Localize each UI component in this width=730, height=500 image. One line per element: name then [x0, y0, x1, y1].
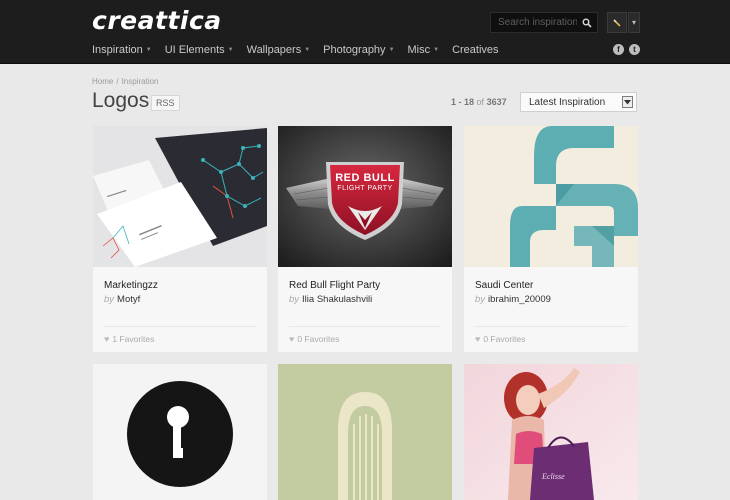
heart-icon: ♥ — [475, 334, 481, 344]
dropdown-arrow-icon — [622, 96, 633, 108]
card-title[interactable]: Saudi Center — [475, 280, 533, 291]
twitter-icon[interactable]: t — [629, 44, 640, 55]
card-author: by Motyf — [104, 294, 141, 305]
breadcrumb-current[interactable]: Inspiration — [122, 77, 159, 86]
main-nav: Inspiration ▼ UI Elements ▼ Wallpapers ▼ Ph… — [92, 44, 512, 56]
nav-misc[interactable]: Misc ▼ — [408, 44, 440, 56]
author-link[interactable]: Ilia Shakulashvili — [302, 294, 372, 305]
user-menu-button[interactable] — [607, 12, 627, 33]
card-divider — [289, 326, 441, 327]
search-box — [490, 12, 598, 33]
result-count: 1 - 18 of 3637 — [451, 97, 507, 107]
inspiration-card[interactable]: RED BULL FLIGHT PARTY Red Bull Flight Pa… — [278, 126, 452, 352]
card-thumbnail[interactable]: RED BULL FLIGHT PARTY — [278, 126, 452, 267]
card-title[interactable]: Red Bull Flight Party — [289, 280, 380, 291]
card-title[interactable]: Marketingzz — [104, 280, 158, 291]
author-link[interactable]: Motyf — [117, 294, 140, 305]
bag-logo-text: Eclisse — [542, 472, 565, 481]
card-thumbnail[interactable] — [93, 126, 267, 267]
sort-select[interactable]: Latest Inspiration — [520, 92, 637, 112]
card-thumbnail[interactable] — [93, 364, 267, 500]
logo-line-1: RED BULL — [335, 172, 395, 184]
nav-ui-elements[interactable]: UI Elements ▼ — [165, 44, 234, 56]
breadcrumb: Home / Inspiration — [92, 77, 159, 86]
search-input[interactable] — [491, 13, 577, 32]
nav-photography[interactable]: Photography ▼ — [323, 44, 394, 56]
inspiration-card[interactable]: Saudi Center by ibrahim_20009 ♥ 0 Favorite… — [464, 126, 638, 352]
page-title: Logos — [92, 89, 150, 112]
breadcrumb-home[interactable]: Home — [92, 77, 113, 86]
inspiration-card[interactable]: Eclisse — [464, 364, 638, 500]
search-icon — [582, 18, 592, 28]
search-button[interactable] — [577, 13, 597, 32]
rss-badge[interactable]: RSS — [151, 95, 180, 111]
card-favorites[interactable]: ♥ 0 Favorites — [475, 334, 525, 344]
card-favorites[interactable]: ♥ 0 Favorites — [289, 334, 339, 344]
card-divider — [475, 326, 627, 327]
nav-creatives[interactable]: Creatives — [452, 44, 498, 56]
card-favorites[interactable]: ♥ 1 Favorites — [104, 334, 154, 344]
user-menu-caret[interactable]: ▾ — [628, 12, 640, 33]
inspiration-card[interactable] — [278, 364, 452, 500]
logo-line-2: FLIGHT PARTY — [337, 185, 393, 192]
card-thumbnail[interactable] — [464, 126, 638, 267]
heart-icon: ♥ — [289, 334, 295, 344]
card-divider — [104, 326, 256, 327]
author-link[interactable]: ibrahim_20009 — [488, 294, 551, 305]
site-header: creattica ▾ Inspiration▼ UI Elements▼ Wa… — [0, 0, 730, 64]
site-logo[interactable]: creattica — [92, 6, 222, 35]
user-icon — [613, 18, 621, 27]
heart-icon: ♥ — [104, 334, 110, 344]
facebook-icon[interactable]: f — [613, 44, 624, 55]
card-author: by ibrahim_20009 — [475, 294, 551, 305]
nav-wallpapers[interactable]: Wallpapers ▼ — [247, 44, 311, 56]
nav-inspiration[interactable]: Inspiration ▼ — [92, 44, 152, 56]
card-thumbnail[interactable]: Eclisse — [464, 364, 638, 500]
card-thumbnail[interactable] — [278, 364, 452, 500]
inspiration-card[interactable]: Marketingzz by Motyf ♥ 1 Favorites — [93, 126, 267, 352]
inspiration-card[interactable] — [93, 364, 267, 500]
card-author: by Ilia Shakulashvili — [289, 294, 373, 305]
